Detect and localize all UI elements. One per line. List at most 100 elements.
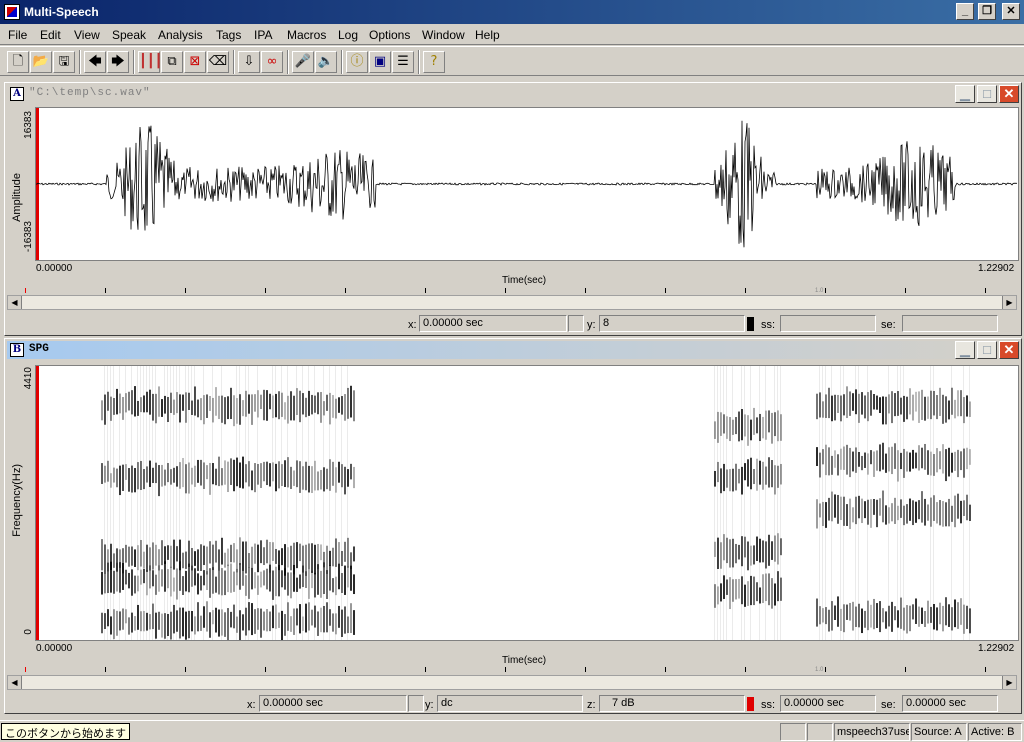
info-icon[interactable]: ⓘ: [346, 51, 368, 73]
download-icon[interactable]: ⇩: [238, 51, 260, 73]
spectrogram-cell: [251, 603, 253, 636]
waveform-plot[interactable]: [35, 107, 1019, 261]
spectrogram-cell: [269, 611, 271, 632]
menu-options[interactable]: Options: [369, 28, 410, 42]
spectrogram-cell: [891, 446, 893, 475]
spectrogram-cell: [864, 610, 866, 628]
spectrogram-cell: [864, 395, 866, 419]
menu-ipa[interactable]: IPA: [254, 28, 272, 42]
spectrogram-cell: [266, 609, 268, 632]
spectrogram-cell: [756, 536, 758, 561]
spectrogram-cell: [266, 390, 268, 421]
spectrogram-cell: [876, 450, 878, 471]
menu-tags[interactable]: Tags: [216, 28, 241, 42]
menu-macros[interactable]: Macros: [287, 28, 326, 42]
spectrogram-cell: [957, 390, 959, 417]
spectrogram-cell: [305, 461, 307, 491]
spectrogram-cell: [233, 543, 235, 563]
spectrogram-cell: [116, 562, 118, 592]
spectrogram-cell: [918, 606, 920, 627]
notes-icon[interactable]: ☰: [392, 51, 414, 73]
delete-window-icon[interactable]: ⊠: [184, 51, 206, 73]
waveform-hscrollbar[interactable]: ◀ ▶: [7, 295, 1017, 310]
spectrogram-cursor[interactable]: [36, 366, 39, 640]
spg-se-label: se:: [881, 699, 896, 711]
save-icon[interactable]: 🖫: [53, 51, 75, 73]
spectrogram-cell: [293, 470, 295, 486]
spectrogram-cell: [828, 447, 830, 476]
status-tooltip-message: このボタンから始めます: [1, 723, 130, 740]
spectrogram-striation: [858, 366, 859, 640]
spectrogram-hscrollbar[interactable]: ◀ ▶: [7, 675, 1017, 690]
spectrogram-cell: [924, 498, 926, 526]
menu-window[interactable]: Window: [422, 28, 465, 42]
spectrogram-cell: [344, 565, 346, 595]
spectrogram-striation: [741, 366, 742, 640]
spectrogram-striation: [302, 366, 303, 640]
scroll-left-arrow[interactable]: ◀: [8, 296, 22, 309]
spectrogram-cell: [299, 543, 301, 562]
spectrogram-cell: [350, 463, 352, 480]
copy-window-icon[interactable]: ⧉: [161, 51, 183, 73]
spectrogram-cell: [209, 612, 211, 638]
waveform-window-titlebar[interactable]: A "C:\temp\sc.wav" ▁ □ ✕: [7, 85, 1019, 103]
open-folder-icon[interactable]: 📂: [30, 51, 52, 73]
menu-speak[interactable]: Speak: [112, 28, 146, 42]
link-icon[interactable]: ∞: [261, 51, 283, 73]
spectrogram-cell: [260, 394, 262, 410]
microphone-icon[interactable]: 🎤: [292, 51, 314, 73]
eraser-icon[interactable]: ⌫: [207, 51, 229, 73]
window-b-maximize-button[interactable]: □: [977, 341, 997, 359]
app-icon[interactable]: [4, 4, 20, 20]
new-file-icon[interactable]: 🗋: [7, 51, 29, 73]
menu-log[interactable]: Log: [338, 28, 358, 42]
close-button[interactable]: ✕: [1002, 3, 1020, 20]
spectrogram-cell: [134, 575, 136, 594]
spg-scroll-left-arrow[interactable]: ◀: [8, 676, 22, 689]
minimize-button[interactable]: _: [956, 3, 974, 20]
scroll-right-arrow[interactable]: ▶: [1002, 296, 1016, 309]
help-icon[interactable]: ?: [423, 51, 445, 73]
spectrogram-cell: [876, 603, 878, 628]
window-icon[interactable]: ▣: [369, 51, 391, 73]
menu-edit[interactable]: Edit: [40, 28, 61, 42]
menu-analysis[interactable]: Analysis: [158, 28, 203, 42]
menu-view[interactable]: View: [74, 28, 100, 42]
spectrogram-cell: [906, 504, 908, 524]
title-bar: Multi-Speech _ ❐ ✕: [0, 0, 1024, 24]
spectrogram-window-titlebar[interactable]: B SPG ▁ □ ✕: [7, 341, 1019, 359]
spectrogram-striation: [140, 366, 141, 640]
waveform-bars-icon[interactable]: ┃┃┃: [138, 51, 162, 73]
window-b-minimize-button[interactable]: ▁: [955, 341, 975, 359]
restore-button[interactable]: ❐: [978, 3, 996, 20]
spectrogram-striation: [777, 366, 778, 640]
spectrogram-cell: [311, 570, 313, 589]
spectrogram-cell: [311, 609, 313, 626]
spectrogram-cell: [101, 463, 103, 484]
spectrogram-cell: [915, 501, 917, 523]
window-a-close-button[interactable]: ✕: [999, 85, 1019, 103]
spectrogram-plot[interactable]: [35, 365, 1019, 641]
spg-scroll-right-arrow[interactable]: ▶: [1002, 676, 1016, 689]
spectrogram-cell: [320, 607, 322, 633]
spectrogram-striation: [188, 366, 189, 640]
window-b-close-button[interactable]: ✕: [999, 341, 1019, 359]
spectrogram-cell: [242, 456, 244, 489]
spectrogram-striation: [272, 366, 273, 640]
spectrogram-cell: [882, 396, 884, 425]
spectrogram-cell: [269, 463, 271, 487]
spectrogram-xmin-tick: 0.00000: [36, 643, 73, 654]
spectrogram-cell: [266, 568, 268, 590]
window-a-minimize-button[interactable]: ▁: [955, 85, 975, 103]
window-a-maximize-button[interactable]: □: [977, 85, 997, 103]
speaker-icon[interactable]: 🔈: [315, 51, 337, 73]
menu-help[interactable]: Help: [475, 28, 500, 42]
waveform-y-readout: 8: [599, 315, 745, 332]
arrow-right-icon[interactable]: 🡆: [107, 51, 129, 73]
spectrogram-cell: [197, 549, 199, 571]
status-active: Active: B: [968, 723, 1022, 741]
menu-file[interactable]: File: [8, 28, 27, 42]
spectrogram-cell: [909, 498, 911, 521]
spectrogram-cell: [251, 546, 253, 568]
arrow-left-icon[interactable]: 🡄: [84, 51, 106, 73]
